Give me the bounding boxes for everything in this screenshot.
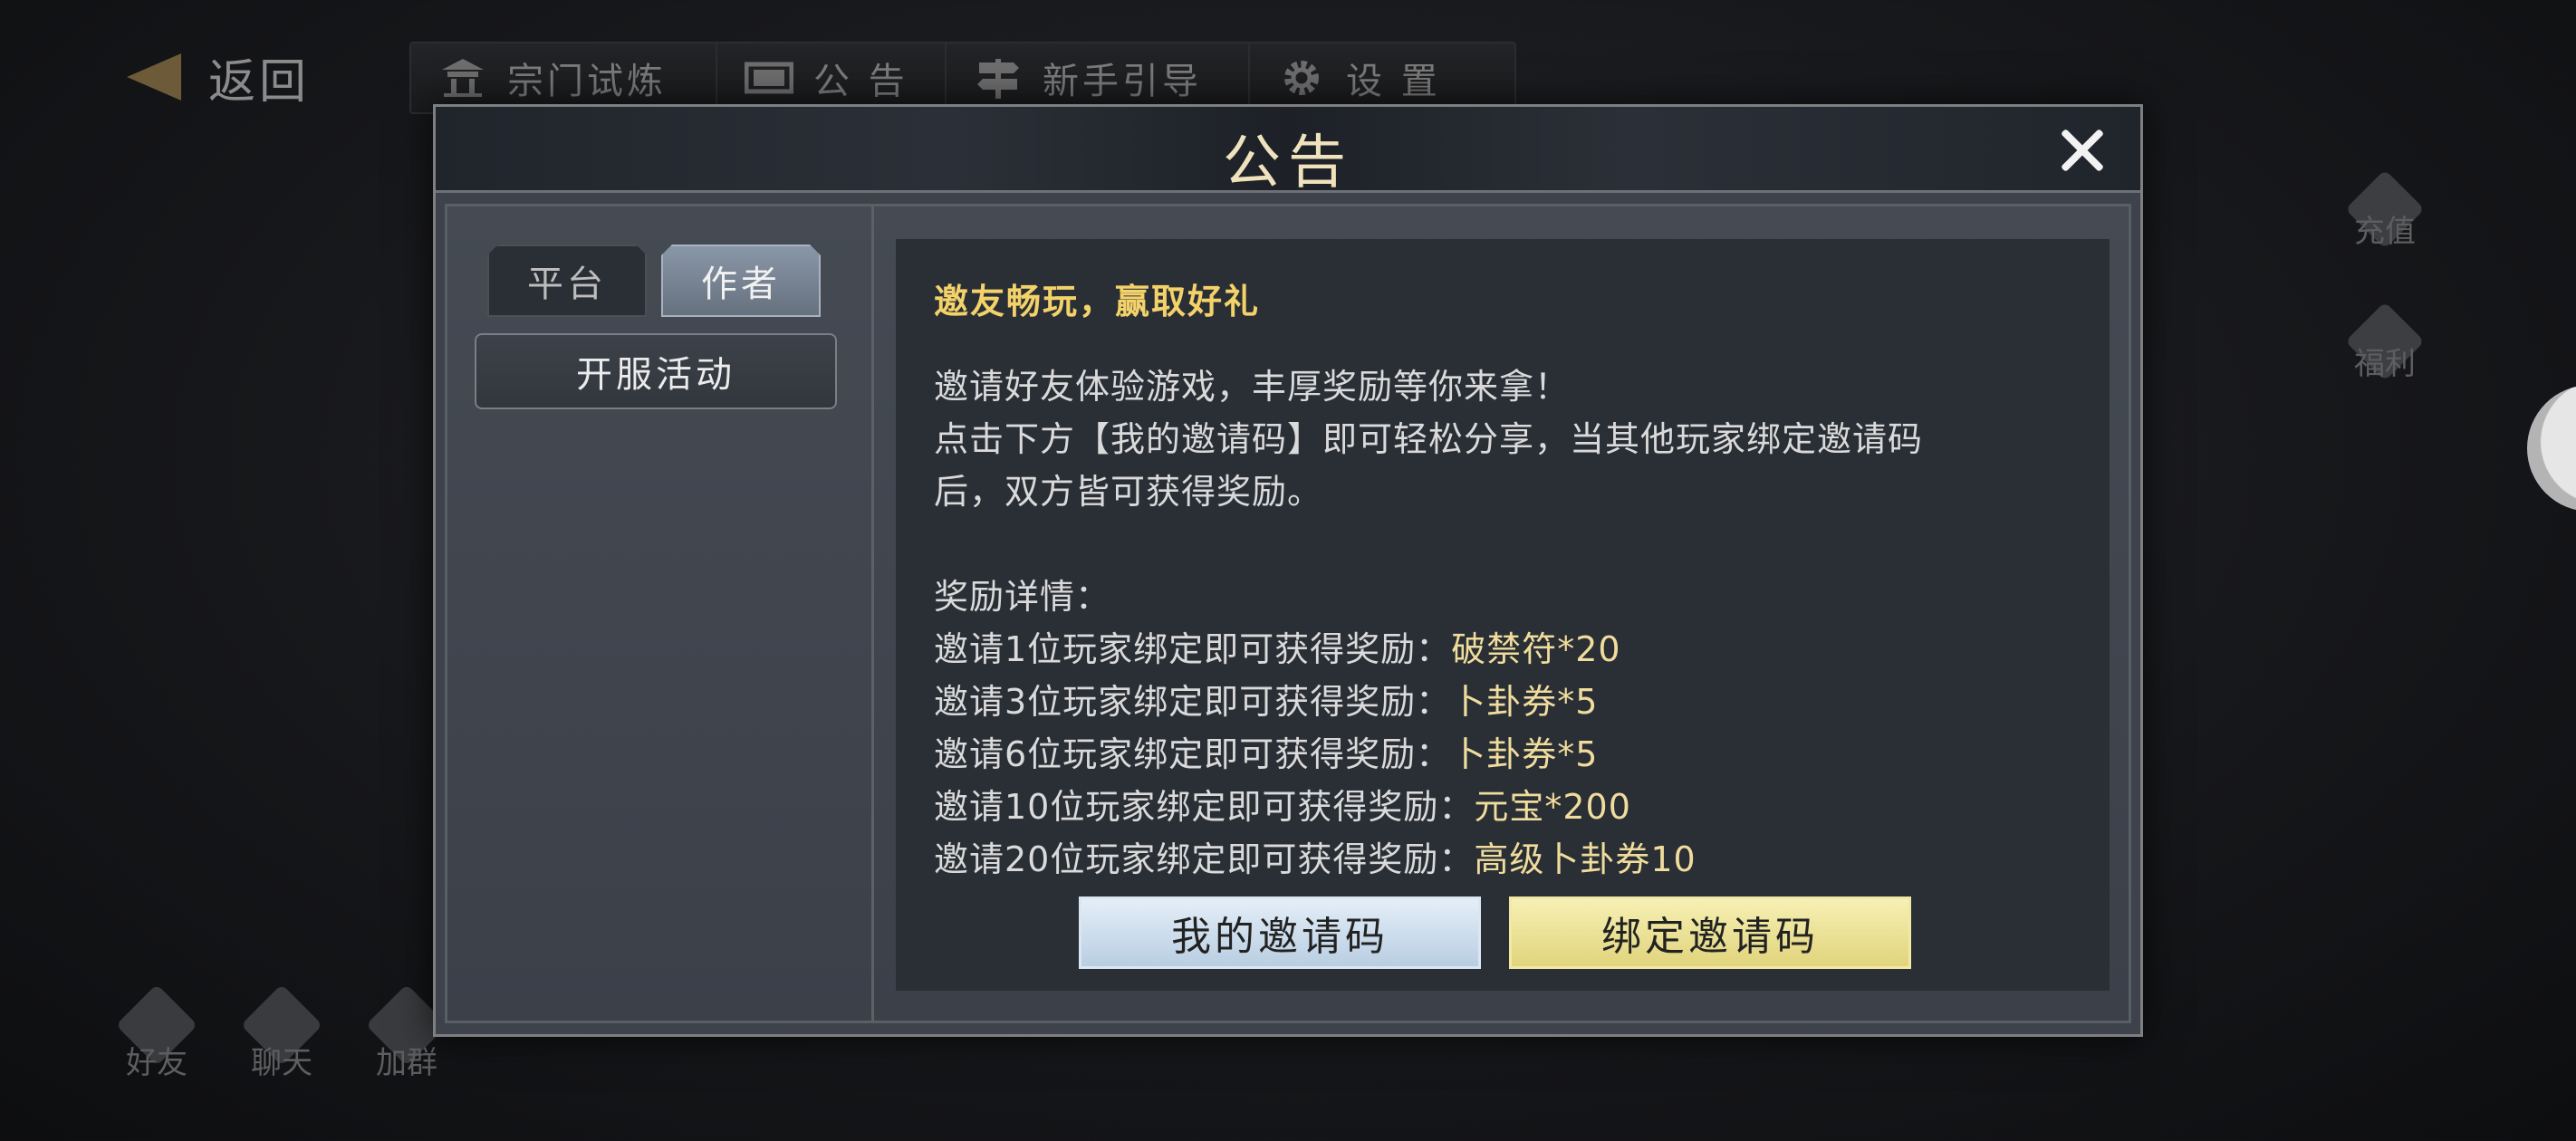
announcement-content: 邀友畅玩，赢取好礼 邀请好友体验游戏，丰厚奖励等你来拿！ 点击下方【我的邀请码】… [896, 239, 2110, 991]
reward-condition: 邀请1位玩家绑定即可获得奖励： [934, 629, 1452, 669]
welfare-label: 福利 [2354, 346, 2416, 382]
reward-item: 高级卜卦券10 [1474, 839, 1697, 879]
gate-icon [438, 57, 487, 99]
close-icon[interactable] [2057, 125, 2108, 176]
sect-trial-button[interactable]: 宗门试炼 [409, 42, 755, 114]
avatar[interactable] [2527, 385, 2576, 512]
tab-author[interactable]: 作者 [661, 244, 821, 317]
intro-line: 点击下方【我的邀请码】即可轻松分享，当其他玩家绑定邀请码 [934, 419, 1924, 459]
intro-line: 后，双方皆可获得奖励。 [934, 472, 1323, 512]
gear-icon [1277, 57, 1326, 99]
signpost-icon [974, 57, 1023, 99]
reward-condition: 邀请20位玩家绑定即可获得奖励： [934, 839, 1475, 879]
dialog-header: 公告 [436, 107, 2140, 197]
chat-button[interactable]: 聊天 [232, 983, 332, 1082]
category-sidebar: 平台 作者 开服活动 [447, 206, 874, 1021]
tutorial-button[interactable]: 新手引导 [945, 42, 1269, 114]
announcement-button[interactable]: 公 告 [716, 42, 984, 114]
chat-label: 聊天 [251, 1045, 312, 1081]
reward-line: 邀请3位玩家绑定即可获得奖励：卜卦券*5 [934, 674, 1598, 724]
tab-platform[interactable]: 平台 [487, 244, 647, 317]
settings-label: 设 置 [1346, 61, 1441, 102]
scroll-icon [745, 57, 793, 99]
welfare-button[interactable]: 福利 [2344, 302, 2426, 383]
intro-line: 邀请好友体验游戏，丰厚奖励等你来拿！ [934, 367, 1571, 407]
recharge-button[interactable]: 充值 [2344, 169, 2426, 251]
reward-condition: 邀请6位玩家绑定即可获得奖励： [934, 734, 1452, 774]
reward-condition: 邀请3位玩家绑定即可获得奖励： [934, 682, 1452, 722]
tutorial-label: 新手引导 [1043, 61, 1202, 102]
reward-line: 邀请6位玩家绑定即可获得奖励：卜卦券*5 [934, 726, 1598, 776]
category-item-server-opening-event[interactable]: 开服活动 [475, 333, 837, 409]
back-label: 返回 [208, 54, 311, 110]
recharge-label: 充值 [2354, 214, 2416, 250]
bind-invite-code-button[interactable]: 绑定邀请码 [1509, 896, 1911, 969]
back-button[interactable]: 返回 [127, 36, 310, 118]
reward-line: 邀请10位玩家绑定即可获得奖励：元宝*200 [934, 779, 1631, 829]
settings-button[interactable]: 设 置 [1248, 42, 1516, 114]
announcement-label: 公 告 [813, 61, 908, 102]
my-invite-code-button[interactable]: 我的邀请码 [1079, 896, 1481, 969]
reward-condition: 邀请10位玩家绑定即可获得奖励： [934, 787, 1475, 827]
reward-item: 卜卦券*5 [1451, 682, 1599, 722]
reward-line: 邀请1位玩家绑定即可获得奖励：破禁符*20 [934, 621, 1621, 671]
back-arrow-icon [127, 53, 181, 101]
content-heading: 邀友畅玩，赢取好礼 [934, 282, 1261, 321]
friends-label: 好友 [126, 1045, 187, 1081]
reward-line: 邀请20位玩家绑定即可获得奖励：高级卜卦券10 [934, 831, 1697, 881]
rewards-title: 奖励详情： [934, 577, 1111, 617]
join-group-label: 加群 [376, 1045, 437, 1081]
reward-item: 元宝*200 [1474, 787, 1631, 827]
reward-item: 破禁符*20 [1451, 629, 1621, 669]
dialog-body: 平台 作者 开服活动 邀友畅玩，赢取好礼 邀请好友体验游戏，丰厚奖励等你来拿！ … [445, 204, 2131, 1023]
friends-button[interactable]: 好友 [107, 983, 207, 1082]
announcement-dialog: 公告 平台 作者 开服活动 邀友畅玩，赢取好礼 邀请好友体验游戏，丰厚奖励等你来… [433, 104, 2143, 1037]
dialog-title: 公告 [1223, 129, 1353, 197]
sect-trial-label: 宗门试炼 [507, 61, 667, 102]
reward-item: 卜卦券*5 [1451, 734, 1599, 774]
